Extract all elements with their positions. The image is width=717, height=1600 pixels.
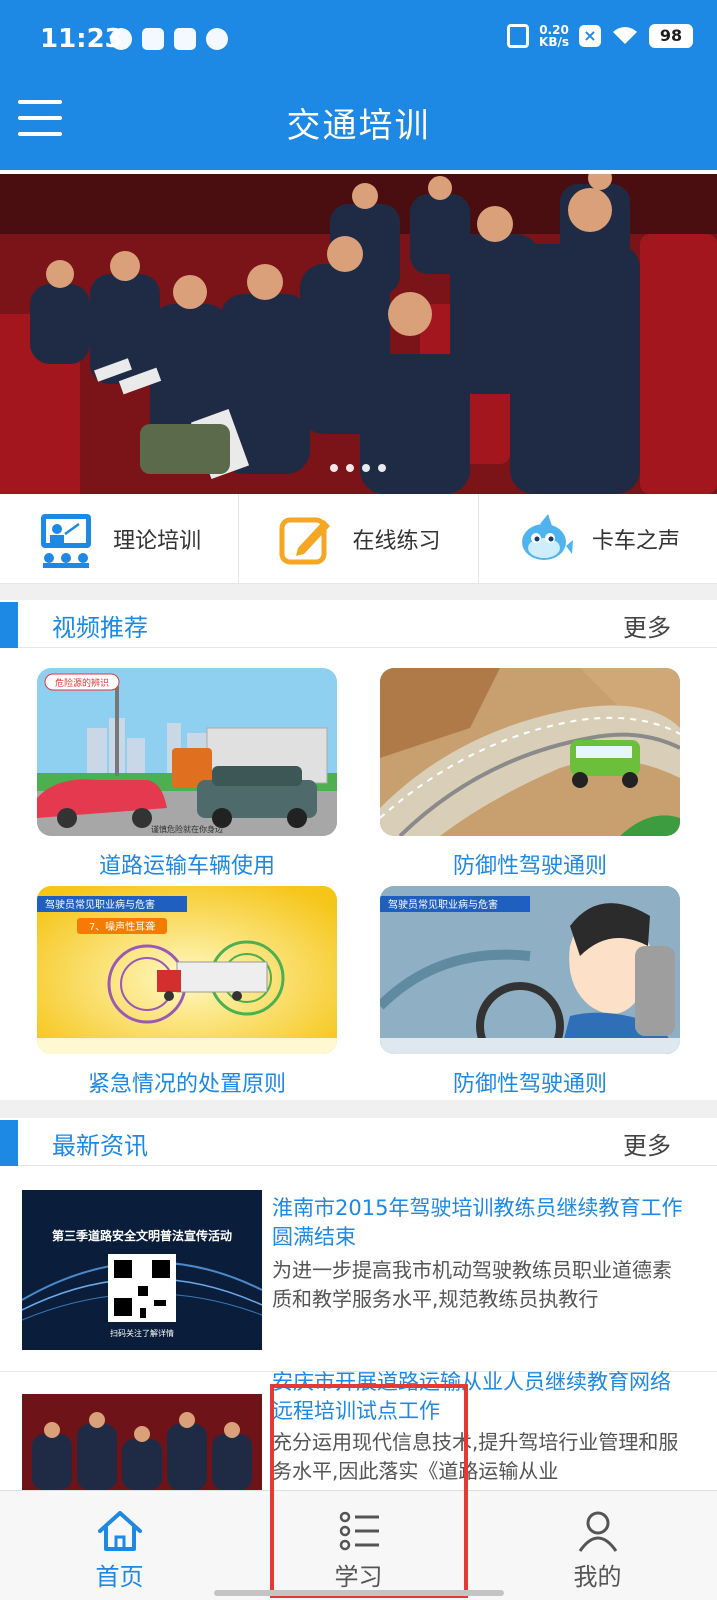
video-thumbnail[interactable] — [380, 668, 680, 836]
news-item[interactable]: 安庆市开展道路运输从业人员继续教育网络远程培训试点工作 充分运用现代信息技术,提… — [0, 1370, 717, 1490]
video-section-header: 视频推荐 更多 — [0, 600, 717, 648]
tab-label: 首页 — [95, 1563, 144, 1591]
section-accent-bar — [0, 602, 18, 648]
carousel-dot[interactable] — [362, 464, 370, 472]
video-title[interactable]: 紧急情况的处置原则 — [37, 1066, 337, 1098]
top-bar: 11:23 0.20 KB/s × 98 交通培训 — [0, 0, 717, 170]
app-screen: 11:23 0.20 KB/s × 98 交通培训 理论培训 在线练习 卡车之声… — [0, 0, 717, 1600]
tab-study[interactable]: 学习 — [239, 1491, 478, 1600]
carousel-dot[interactable] — [378, 464, 386, 472]
video-more-link[interactable]: 更多 — [623, 608, 671, 643]
news-item[interactable]: 第三季道路安全文明普法宣传活动 扫码关注了解详情 淮南市2015年驾驶培训教练员… — [0, 1166, 717, 1372]
tab-label: 我的 — [573, 1563, 622, 1591]
quicknav-label: 理论培训 — [113, 528, 202, 554]
video-thumb-header: 驾驶员常见职业病与危害 — [388, 898, 498, 911]
news-thumb-caption: 第三季道路安全文明普法宣传活动 — [52, 1228, 232, 1243]
video-card[interactable]: 驾驶员常见职业病与危害 防御性驾驶通则 — [380, 886, 680, 1098]
news-description: 为进一步提高我市机动驾驶教练员职业道德素质和教学服务水平,规范教练员执教行 — [272, 1258, 672, 1311]
section-accent-bar — [0, 1120, 18, 1166]
home-indicator[interactable] — [214, 1590, 504, 1596]
user-icon — [578, 1511, 617, 1552]
video-title[interactable]: 防御性驾驶通则 — [380, 1066, 680, 1098]
carousel-dot[interactable] — [330, 464, 338, 472]
news-title[interactable]: 淮南市2015年驾驶培训教练员继续教育工作圆满结束 — [272, 1194, 690, 1252]
tab-home[interactable]: 首页 — [0, 1491, 239, 1600]
wechat-icon — [206, 28, 228, 50]
section-divider — [0, 584, 717, 600]
battery-indicator: 98 — [649, 24, 693, 48]
video-thumb-caption: 危险源的辨识 — [55, 677, 109, 689]
video-thumb-caption: 7、噪声性耳聋 — [89, 920, 155, 933]
video-thumbnail[interactable]: 危险源的辨识 谨慎危险就在你身边 — [37, 668, 337, 836]
news-more-link[interactable]: 更多 — [623, 1126, 671, 1161]
pencil-edit-icon — [279, 517, 331, 564]
quicknav-label: 在线练习 — [352, 528, 441, 554]
tab-label: 学习 — [334, 1563, 383, 1591]
video-thumb-footer: 谨慎危险就在你身边 — [151, 824, 223, 834]
page-title: 交通培训 — [286, 106, 431, 146]
video-section-title: 视频推荐 — [52, 614, 148, 642]
quicknav-online-practice[interactable]: 在线练习 — [239, 494, 479, 583]
news-title[interactable]: 安庆市开展道路运输从业人员继续教育网络远程培训试点工作 — [272, 1368, 690, 1426]
video-title[interactable]: 道路运输车辆使用 — [37, 848, 337, 880]
news-section-header: 最新资讯 更多 — [0, 1118, 717, 1166]
network-speed-unit: KB/s — [539, 35, 569, 49]
video-thumbnail[interactable]: 驾驶员常见职业病与危害 — [380, 886, 680, 1054]
news-thumbnail[interactable] — [22, 1394, 262, 1490]
news-section-title: 最新资讯 — [52, 1132, 148, 1160]
news-thumb-footer: 扫码关注了解详情 — [110, 1328, 174, 1338]
wifi-icon — [613, 27, 637, 44]
video-card[interactable]: 危险源的辨识 谨慎危险就在你身边 道路运输车辆使用 — [37, 668, 337, 880]
notification-icons — [110, 28, 228, 50]
banner-image — [0, 174, 717, 494]
section-divider — [0, 1100, 717, 1118]
app-badge-icon — [174, 28, 196, 50]
vibrate-icon — [507, 24, 530, 48]
no-sim-icon: × — [579, 25, 601, 47]
app-notification-icon — [110, 28, 132, 50]
quicknav-truck-voice[interactable]: 卡车之声 — [479, 494, 717, 583]
video-thumb-header: 驾驶员常见职业病与危害 — [45, 898, 155, 911]
quicknav-label: 卡车之声 — [591, 528, 680, 554]
mail-icon — [142, 28, 164, 50]
dolphin-icon — [521, 513, 573, 560]
video-card[interactable]: 驾驶员常见职业病与危害 7、噪声性耳聋 紧急情况的处置原则 — [37, 886, 337, 1098]
network-speed: 0.20 KB/s — [539, 24, 569, 48]
video-grid: 危险源的辨识 谨慎危险就在你身边 道路运输车辆使用 防御性驾驶通则 驾驶员常见职… — [0, 650, 717, 1100]
teacher-board-icon — [41, 513, 92, 568]
quicknav-theory-training[interactable]: 理论培训 — [0, 494, 240, 583]
quick-nav: 理论培训 在线练习 卡车之声 — [0, 494, 717, 584]
bottom-tab-bar: 首页 学习 我的 — [0, 1490, 717, 1600]
carousel-dot[interactable] — [346, 464, 354, 472]
news-description: 充分运用现代信息技术,提升驾培行业管理和服务水平,因此落实《道路运输从业 — [272, 1430, 679, 1483]
video-thumbnail[interactable]: 驾驶员常见职业病与危害 7、噪声性耳聋 — [37, 886, 337, 1054]
carousel-dots — [330, 464, 386, 472]
news-thumbnail[interactable]: 第三季道路安全文明普法宣传活动 扫码关注了解详情 — [22, 1190, 262, 1350]
status-right-icons: 0.20 KB/s × 98 — [507, 24, 693, 48]
video-card[interactable]: 防御性驾驶通则 — [380, 668, 680, 880]
list-icon — [339, 1511, 379, 1551]
status-bar: 11:23 0.20 KB/s × 98 — [0, 0, 717, 82]
banner-carousel[interactable] — [0, 174, 717, 494]
tab-mine[interactable]: 我的 — [478, 1491, 717, 1600]
video-title[interactable]: 防御性驾驶通则 — [380, 848, 680, 880]
home-icon — [97, 1511, 142, 1551]
